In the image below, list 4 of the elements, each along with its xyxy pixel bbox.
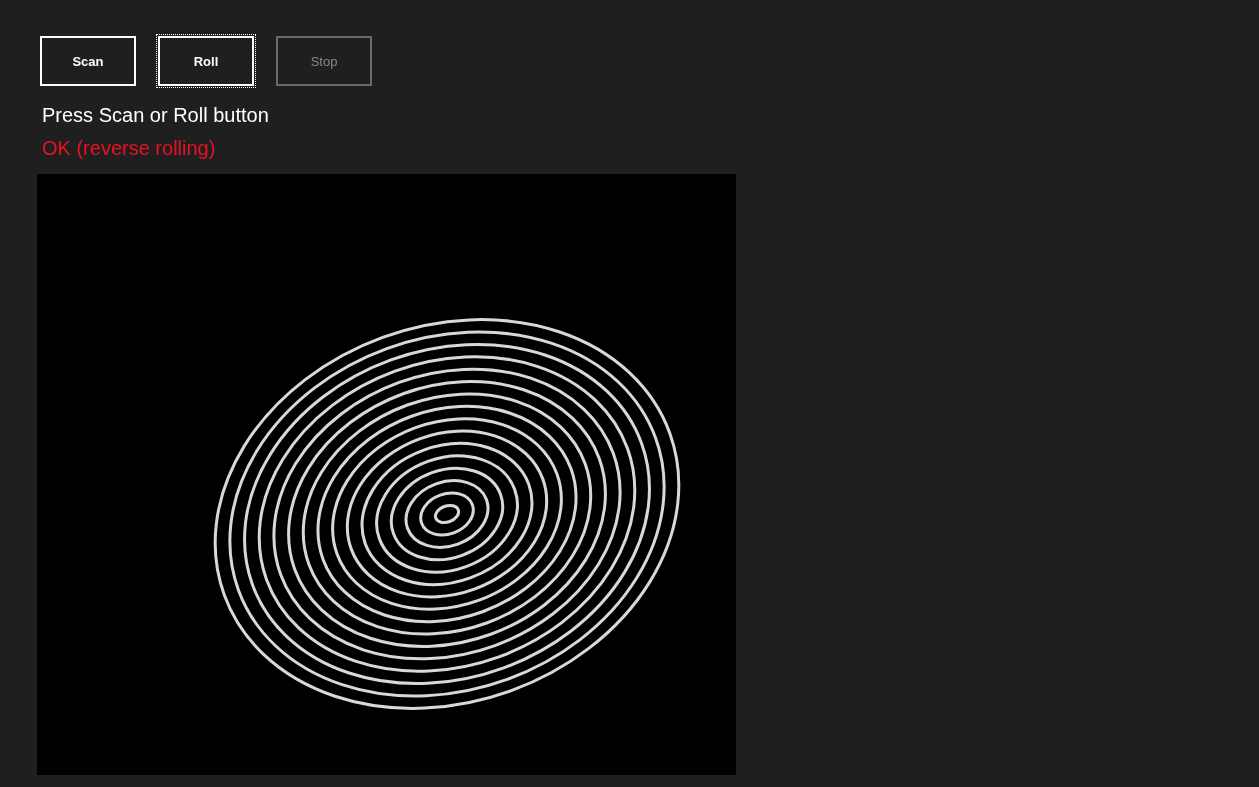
action-button[interactable]: Scan [38, 34, 138, 88]
action-button[interactable]: Roll [156, 34, 256, 88]
instruction-text: Press Scan or Roll button [42, 104, 269, 127]
status-text: OK (reverse rolling) [42, 137, 216, 160]
